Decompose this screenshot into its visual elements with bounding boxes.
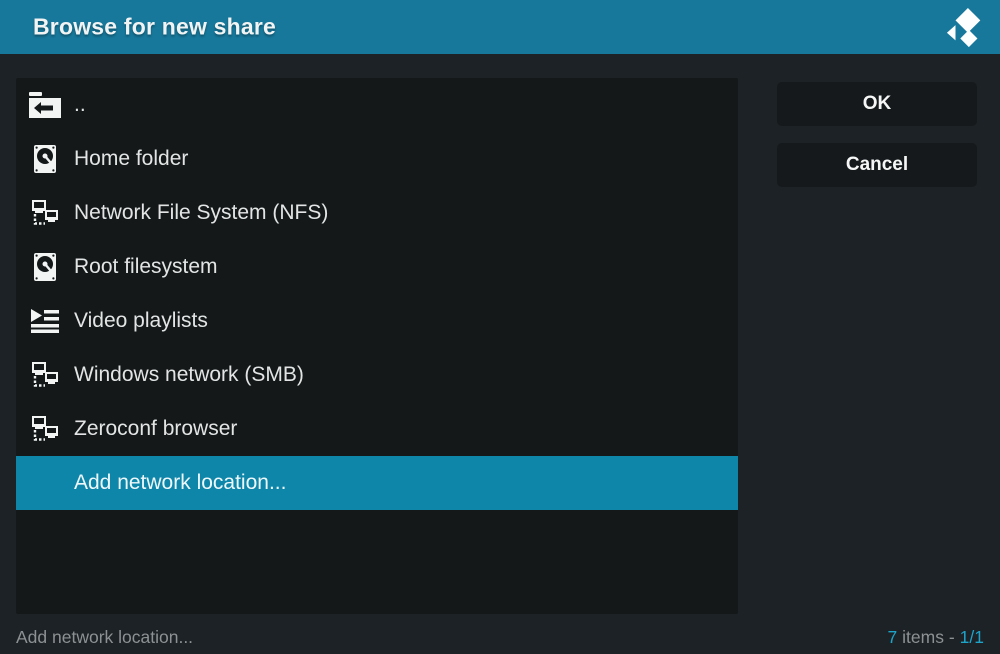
dialog-title: Browse for new share	[33, 14, 276, 41]
list-item-label: Root filesystem	[74, 255, 218, 279]
statusbar-item-count: 7 items - 1/1	[887, 627, 984, 648]
ok-button[interactable]: OK	[777, 82, 977, 126]
list-item-label: Network File System (NFS)	[74, 201, 328, 225]
folder-back-icon	[26, 86, 64, 124]
dialog-header: Browse for new share	[0, 0, 1000, 54]
list-item-smb[interactable]: Windows network (SMB)	[16, 348, 738, 402]
harddisk-icon	[26, 248, 64, 286]
list-item-label: Video playlists	[74, 309, 208, 333]
list-item-video-playlists[interactable]: Video playlists	[16, 294, 738, 348]
list-item-root-filesystem[interactable]: Root filesystem	[16, 240, 738, 294]
list-item-zeroconf[interactable]: Zeroconf browser	[16, 402, 738, 456]
statusbar-count-text: items -	[902, 627, 955, 648]
list-item-add-network-location[interactable]: Add network location...	[16, 456, 738, 510]
list-item-label: Add network location...	[74, 471, 286, 495]
list-item-nfs[interactable]: Network File System (NFS)	[16, 186, 738, 240]
list-item-parent-dir[interactable]: ..	[16, 78, 738, 132]
kodi-logo-icon	[943, 7, 989, 49]
list-item-label: Home folder	[74, 147, 188, 171]
statusbar-selected-item: Add network location...	[16, 627, 193, 648]
network-icon	[26, 356, 64, 394]
file-list: .. Home folder	[16, 78, 738, 614]
statusbar-page-indicator: 1/1	[960, 627, 984, 648]
list-item-label: ..	[74, 93, 86, 117]
playlist-icon	[26, 302, 64, 340]
harddisk-icon	[26, 140, 64, 178]
statusbar-count-value: 7	[887, 627, 897, 648]
list-item-home-folder[interactable]: Home folder	[16, 132, 738, 186]
list-item-label: Windows network (SMB)	[74, 363, 304, 387]
cancel-button[interactable]: Cancel	[777, 143, 977, 187]
network-icon	[26, 410, 64, 448]
list-item-label: Zeroconf browser	[74, 417, 237, 441]
network-icon	[26, 194, 64, 232]
